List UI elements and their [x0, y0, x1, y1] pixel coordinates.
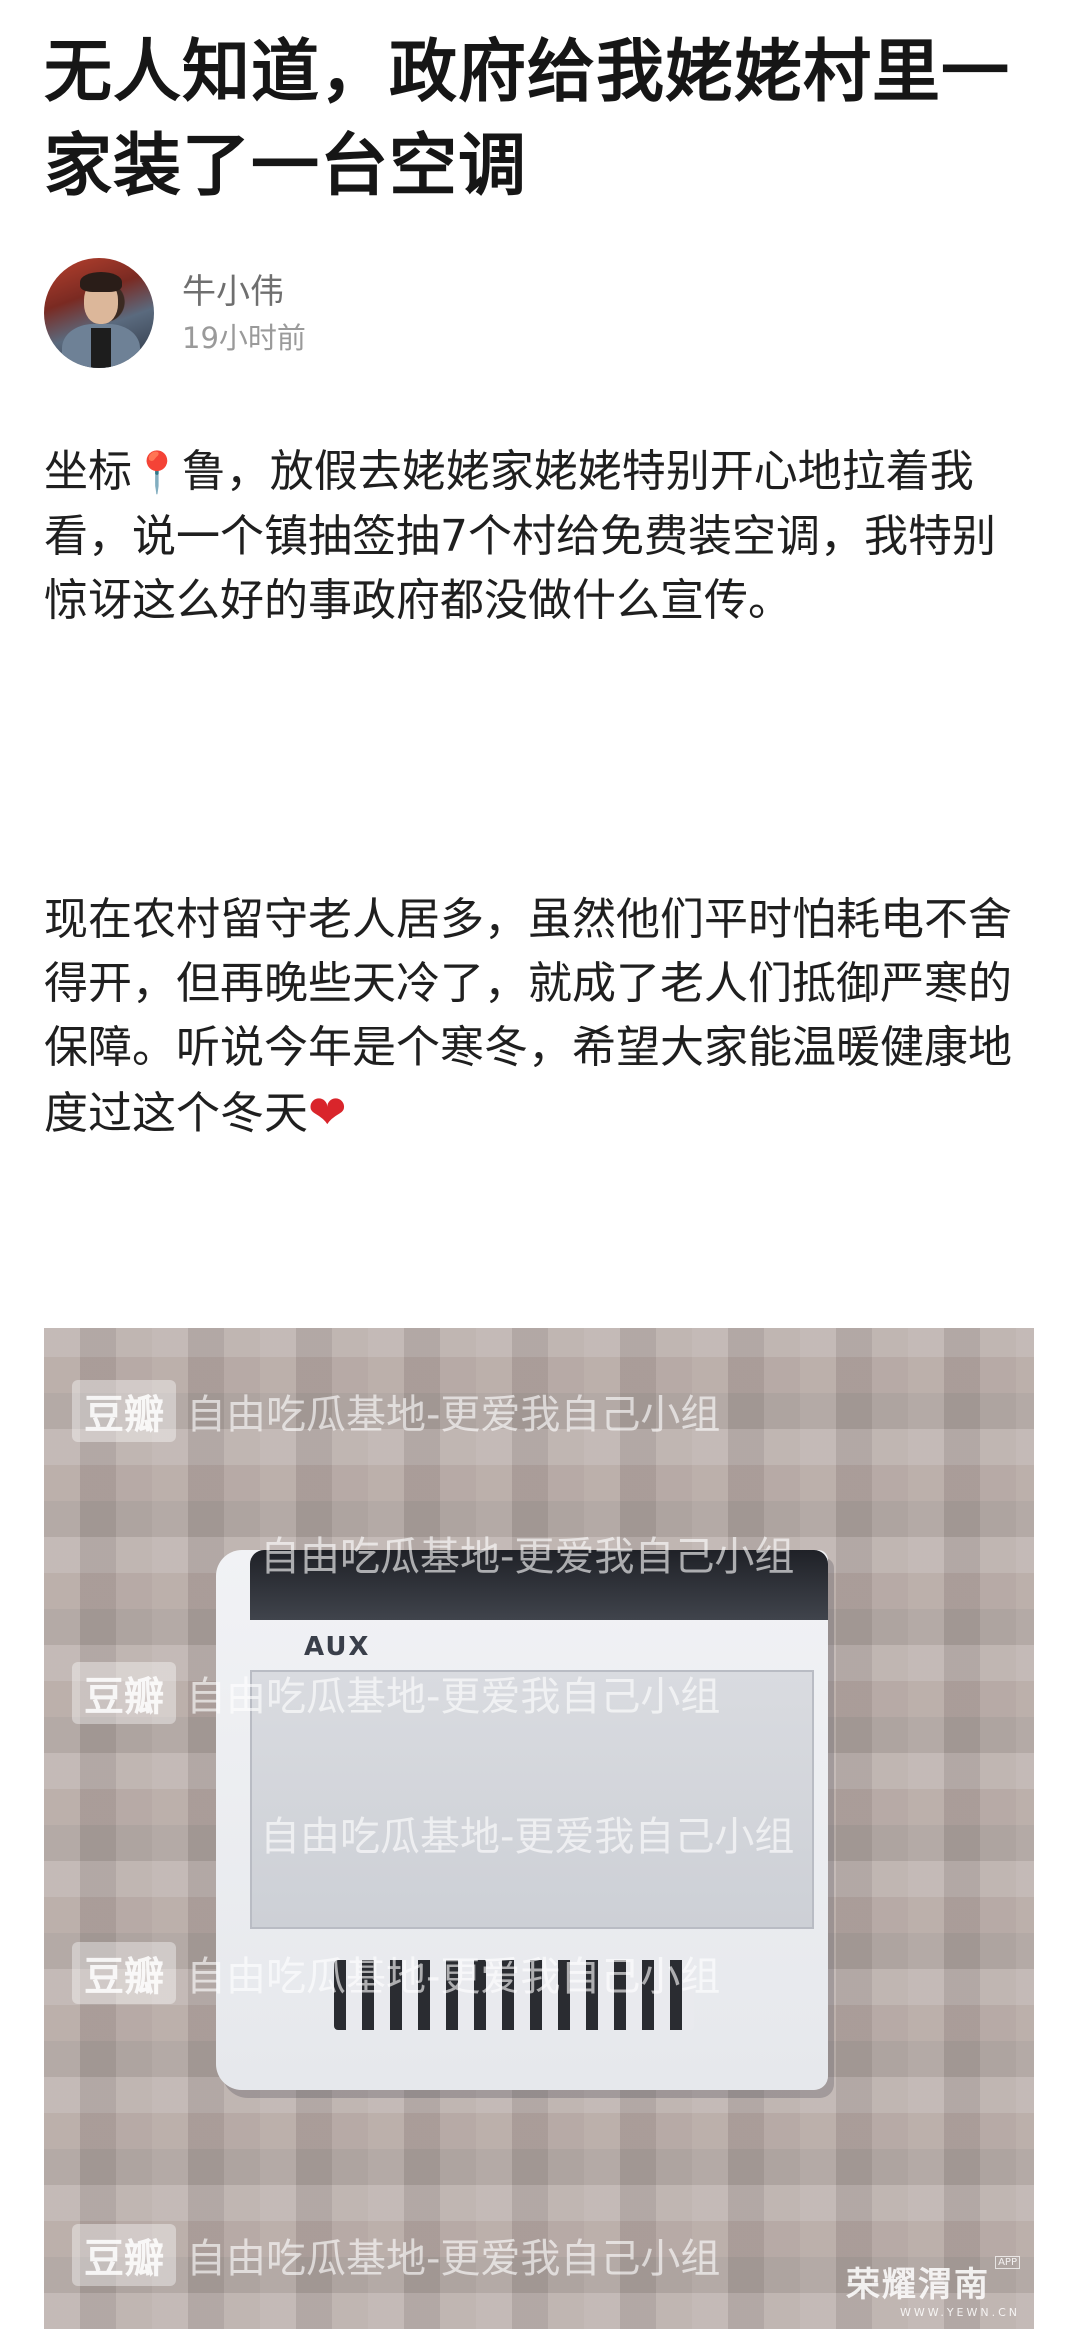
post-paragraph-2: 现在农村留守老人居多，虽然他们平时怕耗电不舍得开，但再晚些天冷了，就成了老人们抵…	[44, 894, 1012, 1139]
heart-icon: ❤	[308, 1085, 347, 1139]
watermark: 豆瓣 自由吃瓜基地-更爱我自己小组	[72, 1942, 720, 2004]
location-pin-icon: 📍	[132, 450, 182, 496]
douban-logo: 豆瓣	[72, 1380, 176, 1442]
watermark: 自由吃瓜基地-更爱我自己小组	[260, 1814, 795, 1860]
brand-name: 荣耀渭南	[846, 2265, 990, 2305]
post-title: 无人知道，政府给我姥姥村里一家装了一台空调	[44, 33, 1011, 206]
avatar[interactable]	[44, 258, 154, 368]
watermark: 自由吃瓜基地-更爱我自己小组	[260, 1534, 795, 1580]
douban-logo: 豆瓣	[72, 2224, 176, 2286]
douban-logo: 豆瓣	[72, 1662, 176, 1724]
douban-logo: 豆瓣	[72, 1942, 176, 2004]
brand-url: WWW.YEWN.CN	[899, 2306, 1020, 2319]
source-brand-watermark: 荣耀渭南 APP WWW.YEWN.CN	[846, 2256, 1020, 2319]
ac-brand-label: AUX	[304, 1632, 371, 1662]
post-image[interactable]: AUX 豆瓣 自由吃瓜基地-更爱我自己小组 自由吃瓜基地-更爱我自己小组 豆瓣 …	[44, 1328, 1034, 2329]
author-meta: 牛小伟 19小时前	[182, 267, 306, 359]
watermark: 豆瓣 自由吃瓜基地-更爱我自己小组	[72, 2224, 720, 2286]
author-row[interactable]: 牛小伟 19小时前	[44, 258, 306, 368]
app-badge: APP	[995, 2256, 1020, 2269]
watermark: 豆瓣 自由吃瓜基地-更爱我自己小组	[72, 1662, 720, 1724]
watermark: 豆瓣 自由吃瓜基地-更爱我自己小组	[72, 1380, 720, 1442]
author-name[interactable]: 牛小伟	[182, 267, 306, 317]
post-timestamp: 19小时前	[182, 321, 306, 355]
post-paragraph-1: 坐标📍鲁，放假去姥姥家姥姥特别开心地拉着我看，说一个镇抽签抽7个村给免费装空调，…	[44, 446, 996, 626]
